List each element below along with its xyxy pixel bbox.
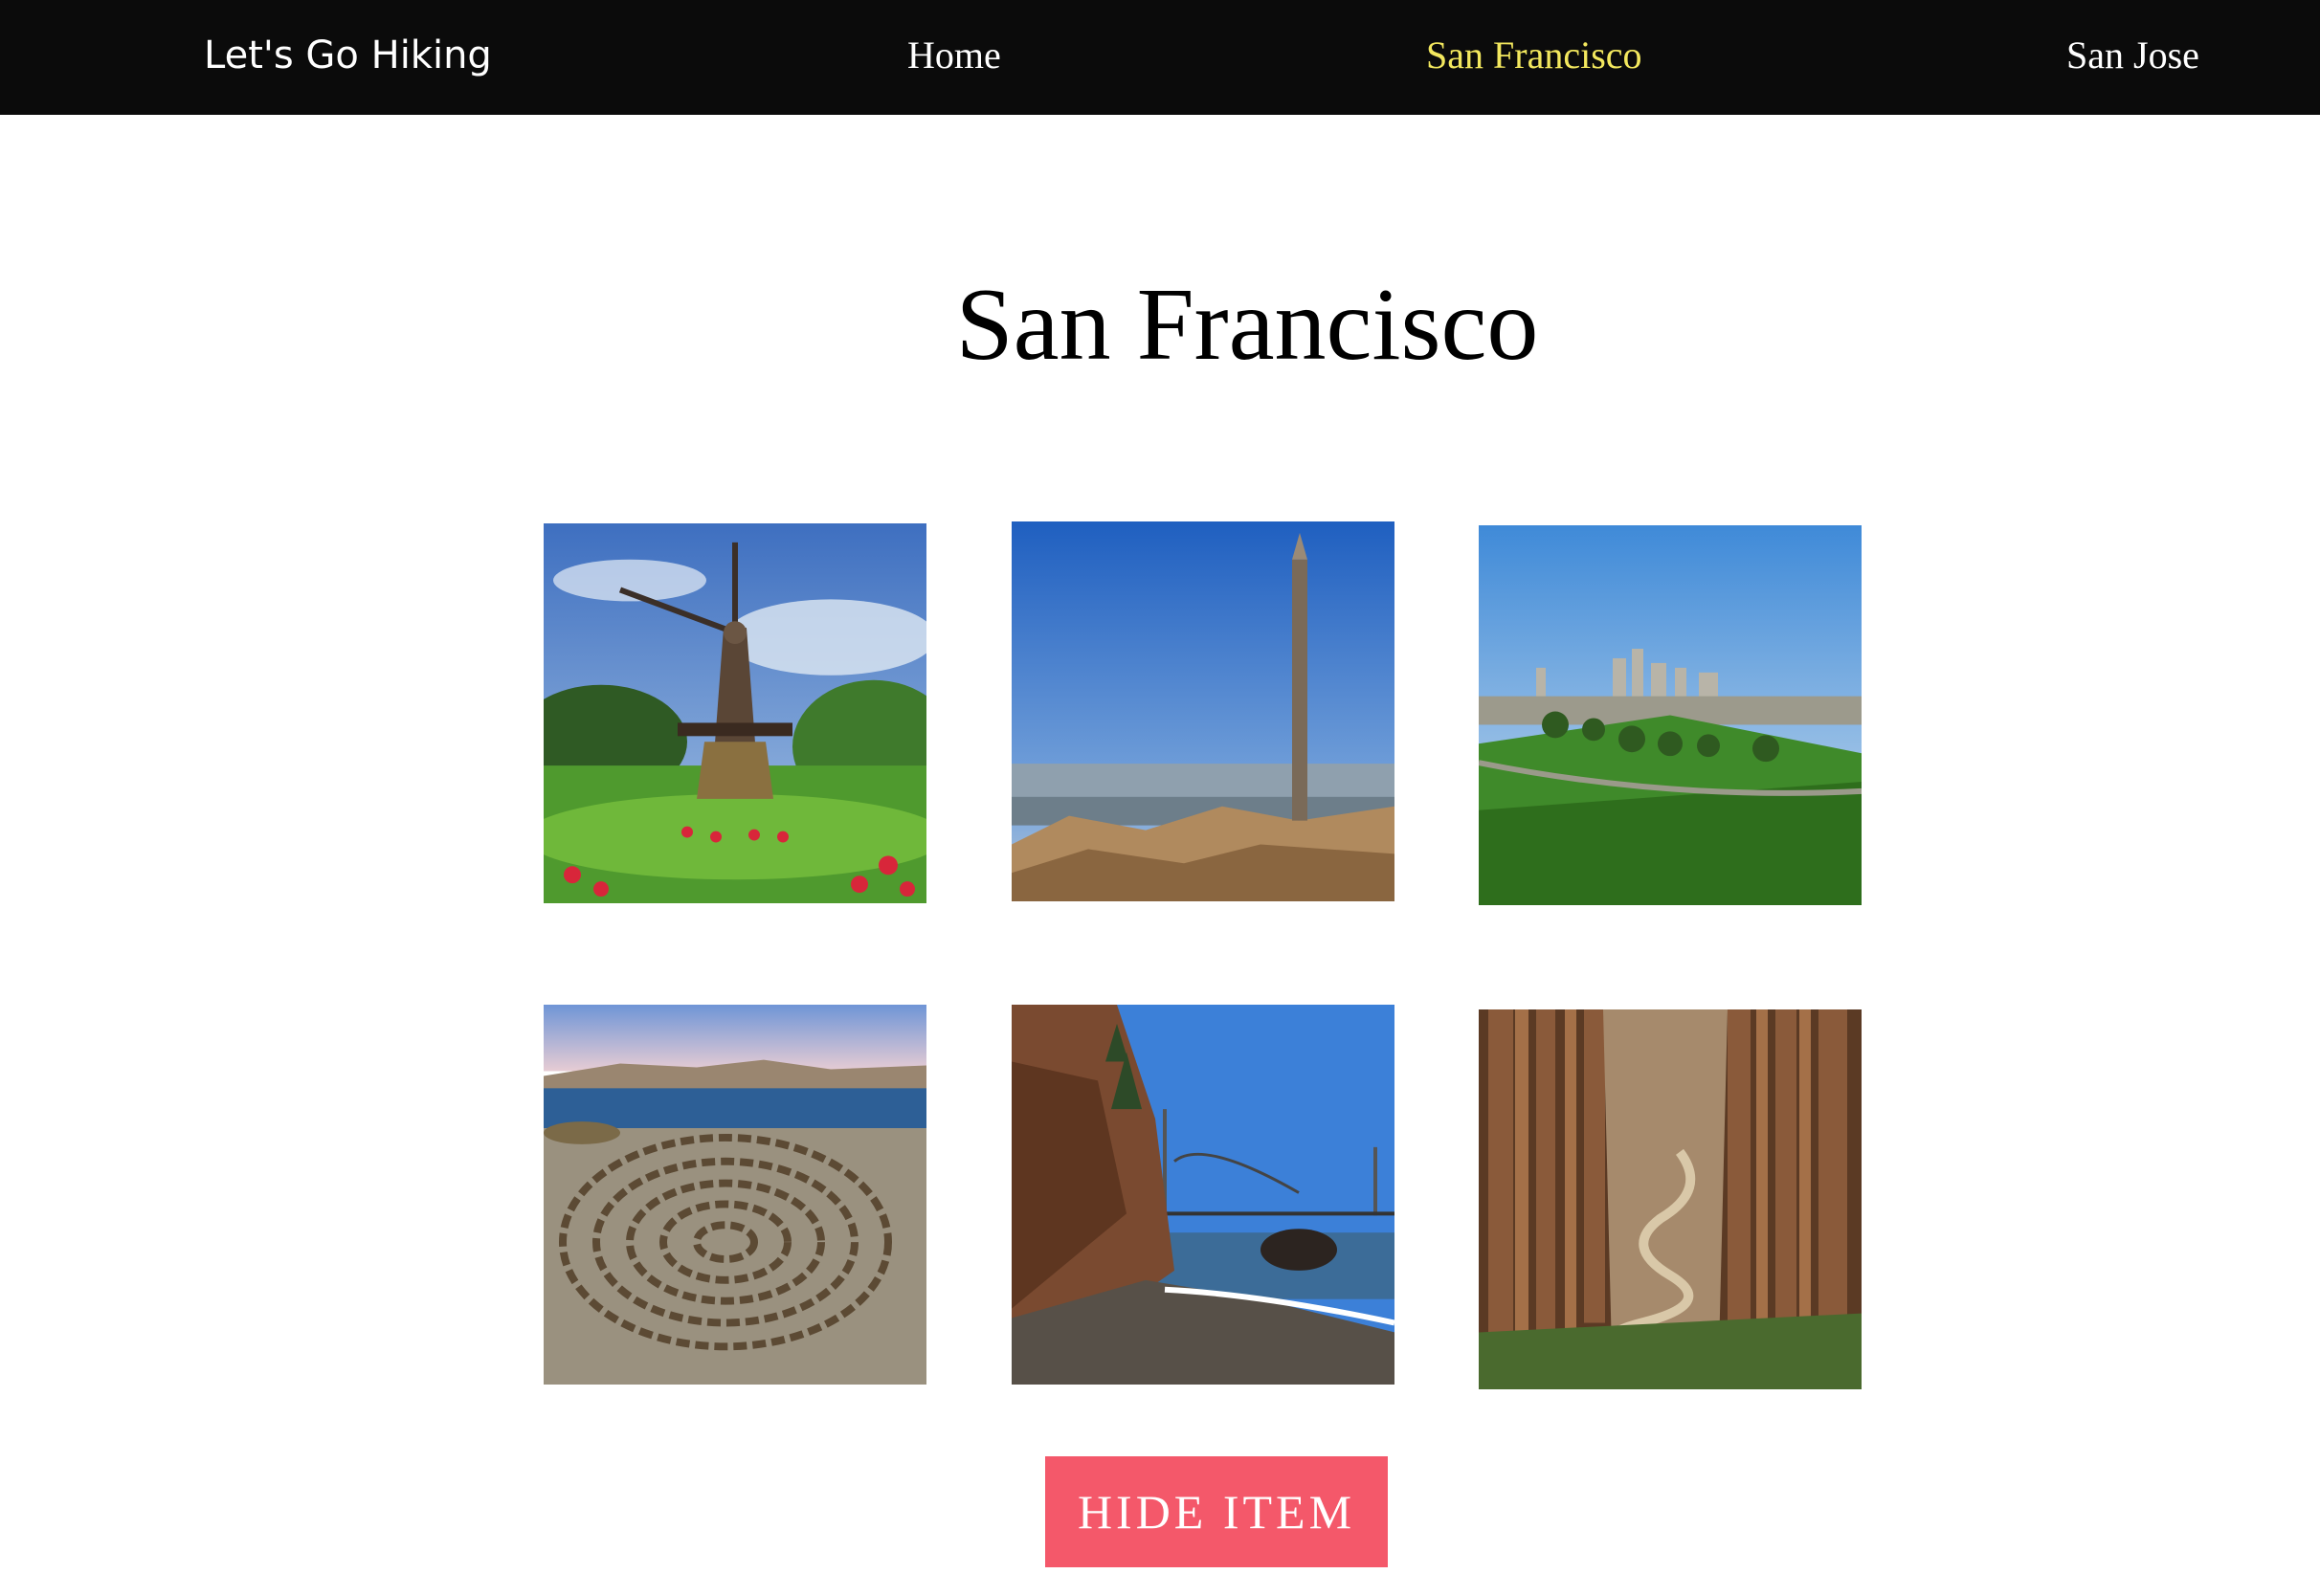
nav-link-home[interactable]: Home <box>907 0 1001 111</box>
photo-eucalyptus-forest-path[interactable] <box>1479 1009 1862 1389</box>
photo-rock-pole-sea-view[interactable] <box>1012 521 1394 901</box>
nav-link-san-francisco[interactable]: San Francisco <box>1426 0 1642 111</box>
brand-link[interactable]: Let's Go Hiking <box>204 0 492 111</box>
page-title: San Francisco <box>955 268 1539 382</box>
photo-city-park-skyline[interactable] <box>1479 525 1862 905</box>
nav-link-san-jose[interactable]: San Jose <box>2066 0 2199 111</box>
hide-item-button[interactable]: HIDE ITEM <box>1045 1456 1388 1567</box>
photo-stone-labyrinth[interactable] <box>544 1005 926 1385</box>
photo-windmill-garden[interactable] <box>544 523 926 903</box>
photo-beach-bridge-cliff[interactable] <box>1012 1005 1394 1385</box>
top-navbar: Let's Go Hiking Home San Francisco San J… <box>0 0 2320 115</box>
